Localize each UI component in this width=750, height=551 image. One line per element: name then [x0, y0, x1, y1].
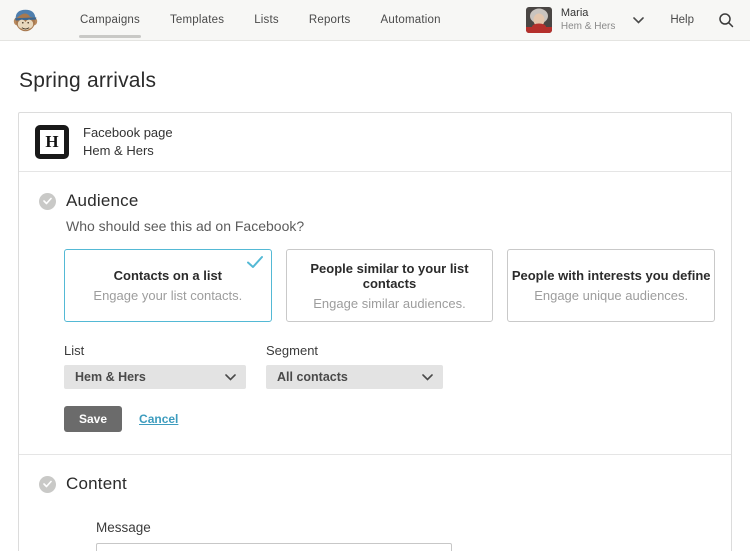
- list-dropdown-value: Hem & Hers: [75, 370, 146, 384]
- save-button[interactable]: Save: [64, 406, 122, 432]
- message-input[interactable]: [96, 543, 452, 551]
- connection-type-label: Facebook page: [83, 124, 173, 142]
- segment-field: Segment All contacts: [266, 343, 443, 389]
- content-heading: Content: [66, 474, 127, 494]
- facebook-connection-text: Facebook page Hem & Hers: [83, 124, 173, 160]
- cancel-link[interactable]: Cancel: [139, 412, 178, 426]
- option-similar-to-list-contacts[interactable]: People similar to your list contacts Eng…: [286, 249, 494, 322]
- message-block: Message: [96, 520, 715, 551]
- segment-label: Segment: [266, 343, 443, 358]
- segment-dropdown[interactable]: All contacts: [266, 365, 443, 389]
- nav-right-cluster: Maria Hem & Hers Help: [526, 7, 734, 33]
- chevron-down-icon: [225, 374, 236, 381]
- page-title: Spring arrivals: [19, 69, 750, 93]
- option-subtitle: Engage your list contacts.: [93, 288, 242, 303]
- message-label: Message: [96, 520, 715, 535]
- audience-question: Who should see this ad on Facebook?: [66, 218, 715, 234]
- user-account-name: Hem & Hers: [561, 21, 615, 34]
- step-complete-icon: [39, 476, 56, 493]
- segment-dropdown-value: All contacts: [277, 370, 348, 384]
- user-menu[interactable]: Maria Hem & Hers: [561, 7, 615, 33]
- selected-check-icon: [246, 255, 264, 274]
- help-link[interactable]: Help: [670, 14, 694, 26]
- step-complete-icon: [39, 193, 56, 210]
- chevron-down-icon[interactable]: [633, 17, 644, 24]
- option-title: People with interests you define: [512, 268, 711, 283]
- brand-logo-letter: H: [40, 130, 64, 154]
- connection-account-name: Hem & Hers: [83, 142, 173, 160]
- user-avatar[interactable]: [526, 7, 552, 33]
- nav-item-lists[interactable]: Lists: [239, 0, 294, 41]
- search-icon[interactable]: [718, 12, 734, 28]
- ad-builder-card: H Facebook page Hem & Hers Audience Who …: [18, 112, 732, 551]
- option-title: Contacts on a list: [114, 268, 222, 283]
- option-subtitle: Engage similar audiences.: [313, 296, 465, 311]
- content-section: Content Message: [19, 455, 731, 551]
- audience-options: Contacts on a list Engage your list cont…: [64, 249, 715, 322]
- audience-section-head: Audience: [39, 191, 715, 211]
- facebook-connection-row: H Facebook page Hem & Hers: [19, 113, 731, 171]
- nav-item-reports[interactable]: Reports: [294, 0, 366, 41]
- chevron-down-icon: [422, 374, 433, 381]
- audience-heading: Audience: [66, 191, 139, 211]
- nav-item-automation[interactable]: Automation: [366, 0, 456, 41]
- option-interests-you-define[interactable]: People with interests you define Engage …: [507, 249, 715, 322]
- list-label: List: [64, 343, 246, 358]
- list-dropdown[interactable]: Hem & Hers: [64, 365, 246, 389]
- top-navigation: Campaigns Templates Lists Reports Automa…: [0, 0, 750, 41]
- option-contacts-on-a-list[interactable]: Contacts on a list Engage your list cont…: [64, 249, 272, 322]
- facebook-page-logo-icon: H: [35, 125, 69, 159]
- audience-section: Audience Who should see this ad on Faceb…: [19, 172, 731, 454]
- list-field: List Hem & Hers: [64, 343, 246, 389]
- nav-item-campaigns[interactable]: Campaigns: [65, 0, 155, 41]
- option-title: People similar to your list contacts: [287, 261, 493, 291]
- audience-fields: List Hem & Hers Segment All contacts: [64, 343, 715, 389]
- mailchimp-freddie-logo[interactable]: [12, 7, 39, 34]
- content-section-head: Content: [39, 474, 715, 494]
- user-name: Maria: [561, 7, 615, 21]
- option-subtitle: Engage unique audiences.: [534, 288, 688, 303]
- primary-nav: Campaigns Templates Lists Reports Automa…: [65, 0, 456, 41]
- nav-item-templates[interactable]: Templates: [155, 0, 239, 41]
- audience-actions: Save Cancel: [64, 406, 715, 432]
